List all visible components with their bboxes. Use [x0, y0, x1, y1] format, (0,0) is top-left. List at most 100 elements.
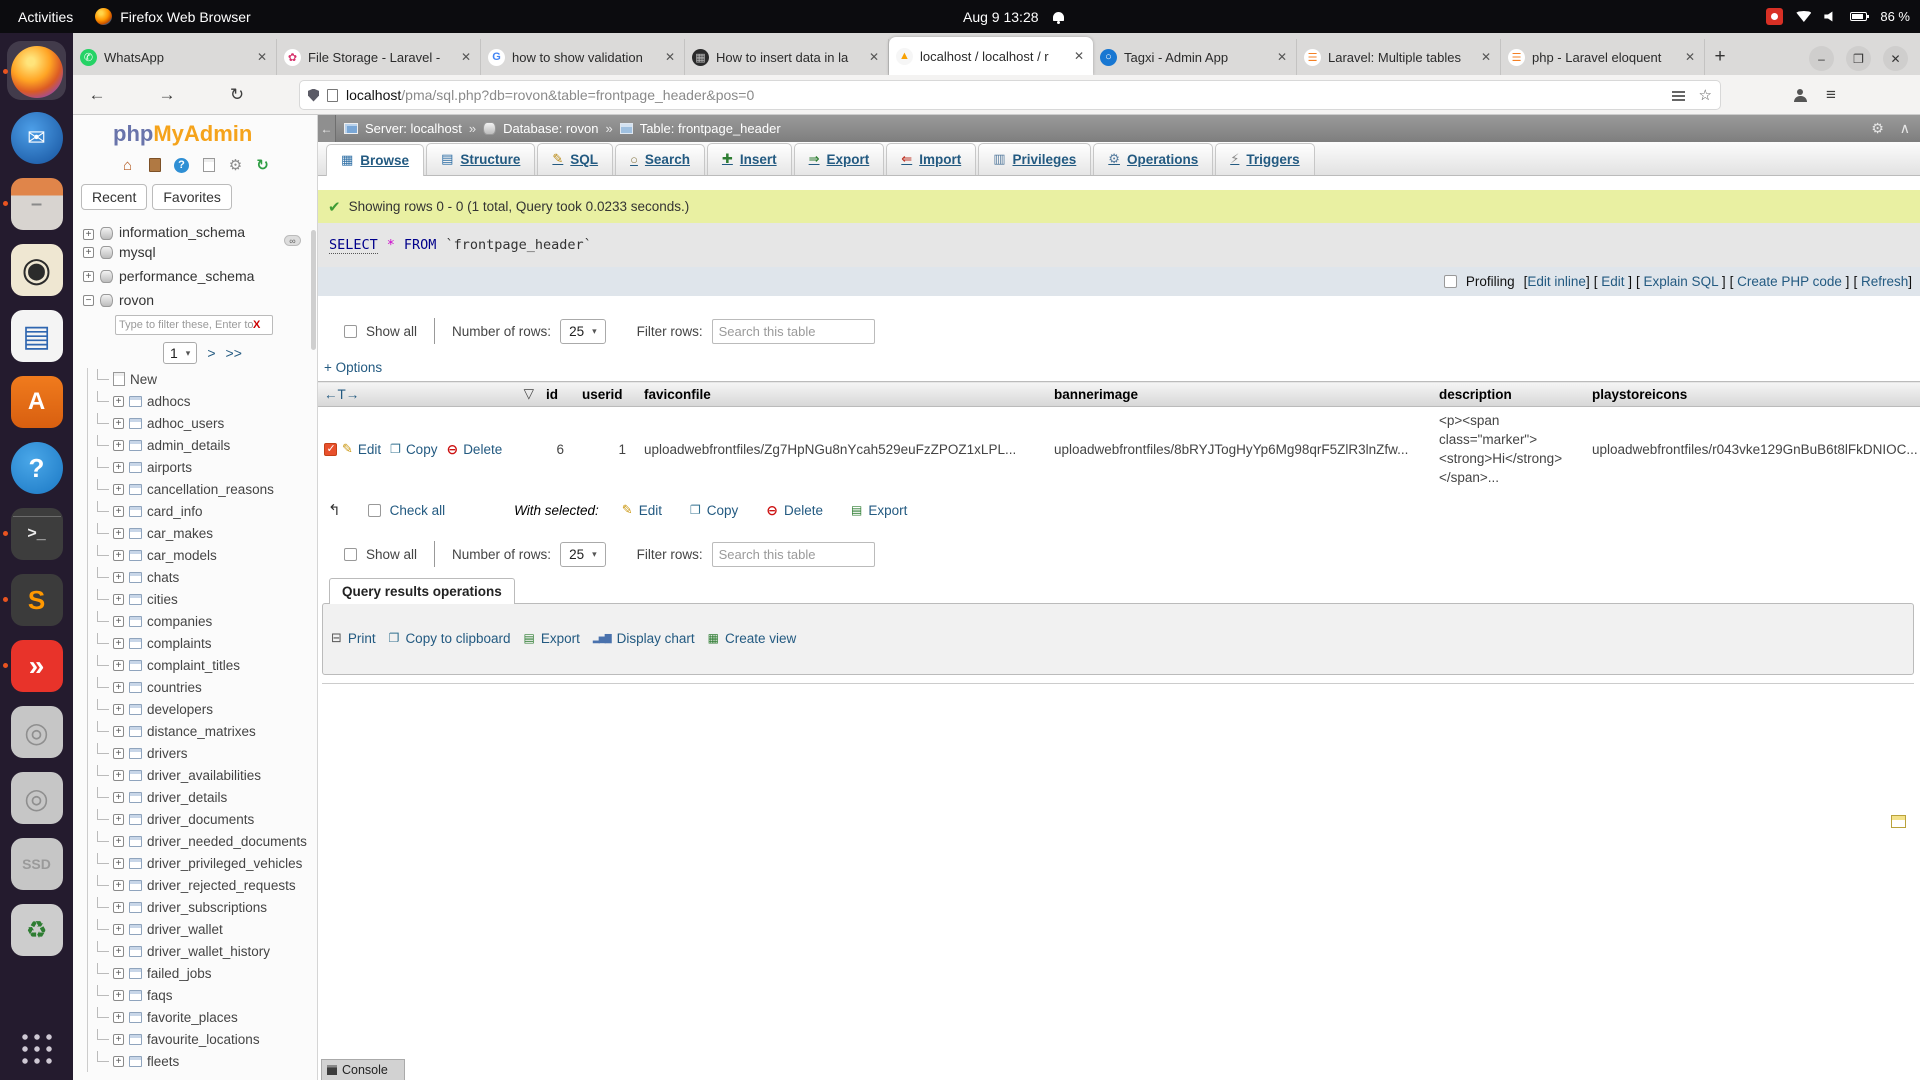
- profiling-link[interactable]: Edit inline: [1527, 274, 1586, 289]
- column-header-faviconfile[interactable]: faviconfile: [638, 382, 1048, 407]
- pma-tab[interactable]: ○ Search: [615, 144, 705, 175]
- app-grid-icon[interactable]: [20, 1032, 54, 1066]
- link-icon[interactable]: ∞: [284, 235, 301, 246]
- expander-icon[interactable]: +: [113, 880, 124, 891]
- libreoffice-dock-item[interactable]: ▤: [0, 303, 73, 369]
- table-item[interactable]: + companies: [73, 610, 317, 632]
- expander-icon[interactable]: +: [83, 247, 94, 258]
- pma-tab[interactable]: ▥ Privileges: [978, 143, 1091, 175]
- browser-tab[interactable]: ✆ WhatsApp ✕: [73, 39, 277, 75]
- query-window-icon[interactable]: [200, 156, 218, 174]
- last-page-link[interactable]: >>: [226, 345, 242, 361]
- table-item[interactable]: + chats: [73, 566, 317, 588]
- new-tab-button[interactable]: +: [1705, 39, 1735, 75]
- pma-tab[interactable]: ⇐ Import: [886, 143, 976, 175]
- row-edit-link[interactable]: Edit: [358, 442, 381, 457]
- browser-tab[interactable]: ☰ php - Laravel eloquent ✕: [1501, 39, 1705, 75]
- reload-icon[interactable]: ↻: [225, 83, 249, 107]
- clear-filter-icon[interactable]: X: [253, 319, 260, 331]
- site-info-icon[interactable]: [327, 89, 338, 102]
- table-item[interactable]: + driver_privileged_vehicles: [73, 852, 317, 874]
- profiling-link[interactable]: Edit: [1601, 274, 1624, 289]
- expander-icon[interactable]: +: [113, 726, 124, 737]
- expander-icon[interactable]: +: [113, 836, 124, 847]
- disk-drive-2-dock-item[interactable]: ◎: [0, 765, 73, 831]
- browser-tab[interactable]: ▦ How to insert data in la ✕: [685, 39, 889, 75]
- pma-tab[interactable]: ✚ Insert: [707, 143, 792, 175]
- profiling-link[interactable]: Create PHP code: [1737, 274, 1842, 289]
- table-item[interactable]: + adhoc_users: [73, 412, 317, 434]
- terminal-dock-item[interactable]: >_: [0, 501, 73, 567]
- database-item[interactable]: + performance_schema: [73, 264, 317, 288]
- tab-close-icon[interactable]: ✕: [1479, 50, 1493, 64]
- forward-icon[interactable]: →: [155, 83, 179, 107]
- expander-icon[interactable]: +: [113, 748, 124, 759]
- new-table-item[interactable]: New: [73, 368, 317, 390]
- expander-icon[interactable]: +: [113, 924, 124, 935]
- expander-icon[interactable]: +: [113, 572, 124, 583]
- sidebar-scrollbar[interactable]: [311, 230, 316, 350]
- row-checkbox[interactable]: [324, 443, 337, 456]
- ssd-drive-dock-item[interactable]: SSD: [0, 831, 73, 897]
- table-item[interactable]: + driver_details: [73, 786, 317, 808]
- reader-view-icon[interactable]: [1672, 89, 1685, 102]
- column-header-id[interactable]: id: [540, 382, 576, 407]
- red-diamond-app-dock-item[interactable]: »: [0, 633, 73, 699]
- pma-tab[interactable]: ▦ Browse: [326, 144, 424, 176]
- browser-tab[interactable]: ✿ File Storage - Laravel - ✕: [277, 39, 481, 75]
- table-item[interactable]: + driver_documents: [73, 808, 317, 830]
- files-dock-item[interactable]: –: [0, 171, 73, 237]
- expander-icon[interactable]: +: [83, 271, 94, 282]
- sidebar-tab[interactable]: Favorites: [152, 184, 232, 210]
- battery-icon[interactable]: [1850, 12, 1867, 21]
- expander-icon[interactable]: −: [83, 295, 94, 306]
- with-selected-action[interactable]: ❐ Copy: [690, 502, 738, 519]
- pma-tab[interactable]: ⇒ Export: [794, 143, 885, 175]
- bookmark-star-icon[interactable]: ☆: [1699, 86, 1712, 104]
- trash-dock-item[interactable]: ♻: [0, 897, 73, 963]
- url-bar[interactable]: localhost/pma/sql.php?db=rovon&table=fro…: [300, 81, 1720, 109]
- table-item[interactable]: + cancellation_reasons: [73, 478, 317, 500]
- options-toggle-link[interactable]: + Options: [324, 360, 1920, 375]
- disk-drive-dock-item[interactable]: ◎: [0, 699, 73, 765]
- browser-tab[interactable]: ○ Tagxi - Admin App ✕: [1093, 39, 1297, 75]
- table-item[interactable]: + driver_wallet_history: [73, 940, 317, 962]
- focused-app-menu[interactable]: Firefox Web Browser: [95, 8, 250, 25]
- table-item[interactable]: + driver_rejected_requests: [73, 874, 317, 896]
- rhythmbox-dock-item[interactable]: ◉: [0, 237, 73, 303]
- check-all-checkbox[interactable]: [368, 504, 381, 517]
- expander-icon[interactable]: +: [113, 704, 124, 715]
- column-header-bannerimage[interactable]: bannerimage: [1048, 382, 1433, 407]
- sidebar-tab[interactable]: Recent: [81, 184, 147, 210]
- table-item[interactable]: + complaints: [73, 632, 317, 654]
- breadcrumb-server[interactable]: Server: localhost: [365, 121, 462, 136]
- table-item[interactable]: + adhocs: [73, 390, 317, 412]
- column-header-description[interactable]: description: [1433, 382, 1586, 407]
- pma-tab[interactable]: ⚙ Operations: [1093, 143, 1213, 175]
- help-dock-item[interactable]: ?: [0, 435, 73, 501]
- query-operation-link[interactable]: ❐ Copy to clipboard: [389, 631, 511, 646]
- expander-icon[interactable]: +: [113, 528, 124, 539]
- table-item[interactable]: + airports: [73, 456, 317, 478]
- expander-icon[interactable]: +: [83, 229, 94, 240]
- table-item[interactable]: + driver_needed_documents: [73, 830, 317, 852]
- settings-gear-icon[interactable]: ⚙: [227, 156, 245, 174]
- cell-bannerimage[interactable]: uploadwebfrontfiles/8bRYJTogHyYp6Mg98qrF…: [1048, 407, 1433, 492]
- show-all-checkbox[interactable]: [344, 548, 357, 561]
- column-header-playstoreicons[interactable]: playstoreicons: [1586, 382, 1920, 407]
- check-all-label[interactable]: Check all: [390, 503, 446, 518]
- filter-rows-input[interactable]: [712, 542, 875, 567]
- pma-tab[interactable]: ▤ Structure: [426, 143, 535, 175]
- home-icon[interactable]: ⌂: [119, 156, 137, 174]
- phpmyadmin-logo[interactable]: phpMyAdmin: [113, 121, 317, 147]
- breadcrumb-table[interactable]: Table: frontpage_header: [640, 121, 781, 136]
- logout-door-icon[interactable]: [146, 156, 164, 174]
- table-item[interactable]: + driver_availabilities: [73, 764, 317, 786]
- profiling-checkbox[interactable]: [1444, 275, 1457, 288]
- query-operation-link[interactable]: ▤ Export: [524, 631, 580, 646]
- ubuntu-software-dock-item[interactable]: A: [0, 369, 73, 435]
- table-item[interactable]: + favourite_locations: [73, 1028, 317, 1050]
- expander-icon[interactable]: +: [113, 858, 124, 869]
- browser-tab[interactable]: ▲ localhost / localhost / r ✕: [889, 37, 1093, 75]
- tab-close-icon[interactable]: ✕: [663, 50, 677, 64]
